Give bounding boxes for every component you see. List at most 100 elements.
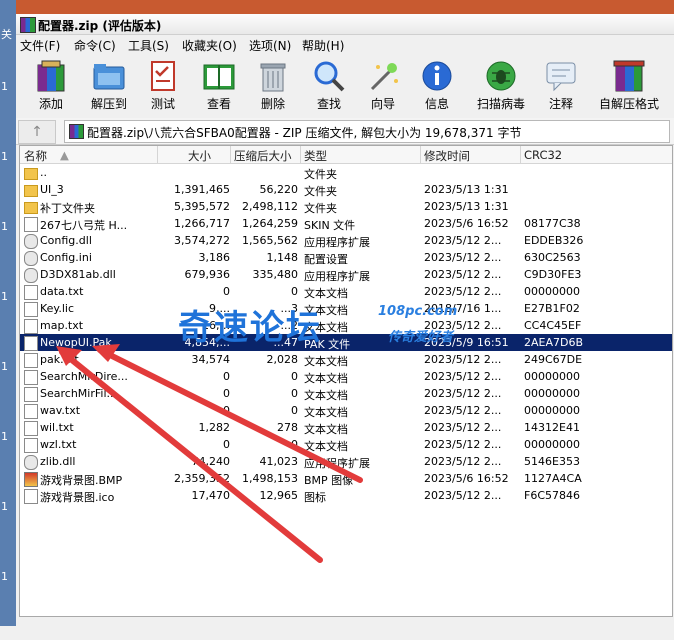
column-divider[interactable] xyxy=(157,146,158,163)
cell-crc32: 00000000 xyxy=(524,404,580,417)
table-row[interactable]: pak.txt 34,574 2,028 文本文档 2023/5/12 2... 249C… xyxy=(20,351,672,368)
table-row[interactable]: map.txt 16,... ...2 文本文档 2023/5/12 2... CC4C4… xyxy=(20,317,672,334)
cell-name: 游戏背景图.BMP xyxy=(40,474,123,487)
menu-options[interactable]: 选项(N) xyxy=(249,37,291,54)
file-icon xyxy=(24,438,38,453)
cell-type: SKIN 文件 xyxy=(304,219,356,232)
file-icon xyxy=(24,234,38,249)
cell-packed: 2,028 xyxy=(266,353,299,366)
up-one-level-button[interactable]: ↑ xyxy=(18,120,56,144)
info-button[interactable]: 信息 xyxy=(410,58,464,116)
column-type[interactable]: 类型 xyxy=(304,148,327,164)
cell-type: 应用程序扩展 xyxy=(304,270,370,283)
table-row[interactable]: wzl.txt 0 0 文本文档 2023/5/12 2... 00000000 xyxy=(20,436,672,453)
cell-type: 文本文档 xyxy=(304,389,348,402)
cell-crc32: F6C57846 xyxy=(524,489,580,502)
cell-crc32: EDDEB326 xyxy=(524,234,584,247)
column-crc32[interactable]: CRC32 xyxy=(524,148,562,162)
menu-commands[interactable]: 命令(C) xyxy=(74,37,116,54)
column-divider[interactable] xyxy=(230,146,231,163)
table-row[interactable]: .. 文件夹 xyxy=(20,164,672,181)
cell-modified: 2023/5/12 2... xyxy=(424,438,502,451)
extract-to-button[interactable]: 解压到 xyxy=(82,58,136,116)
table-row[interactable]: data.txt 0 0 文本文档 2023/5/12 2... 00000000 xyxy=(20,283,672,300)
trash-icon xyxy=(256,59,290,93)
cell-packed: ...3 xyxy=(280,302,299,315)
cell-size: 17,470 xyxy=(191,489,231,502)
wizard-button[interactable]: 向导 xyxy=(356,58,410,116)
cell-packed: 278 xyxy=(277,421,298,434)
test-button[interactable]: 测试 xyxy=(136,58,190,116)
cell-modified: 2023/5/12 2... xyxy=(424,370,502,383)
view-label: 查看 xyxy=(206,97,231,111)
path-field[interactable]: 配置器.zip\八荒六合SFBA0配置器 - ZIP 压缩文件, 解包大小为 1… xyxy=(64,120,670,143)
menu-help[interactable]: 帮助(H) xyxy=(302,37,344,54)
cell-name: SearchMirFil... xyxy=(40,387,117,400)
file-icon xyxy=(24,251,38,266)
cell-type: 文本文档 xyxy=(304,423,348,436)
find-button[interactable]: 查找 xyxy=(302,58,356,116)
table-row[interactable]: wil.txt 1,282 278 文本文档 2023/5/12 2... 14312E4… xyxy=(20,419,672,436)
menu-file[interactable]: 文件(F) xyxy=(20,37,60,54)
wizard-label: 向导 xyxy=(370,97,395,111)
cell-packed: 0 xyxy=(291,387,298,400)
view-button[interactable]: 查看 xyxy=(192,58,246,116)
cell-type: 图标 xyxy=(304,491,326,504)
column-name[interactable]: 名称 xyxy=(24,148,47,164)
cell-crc32: 249C67DE xyxy=(524,353,583,366)
table-row[interactable]: 游戏背景图.ico 17,470 12,965 图标 2023/5/12 2... F6C… xyxy=(20,487,672,504)
scan-virus-button[interactable]: 扫描病毒 xyxy=(474,58,528,116)
cell-type: 文本文档 xyxy=(304,406,348,419)
table-row[interactable]: 游戏背景图.BMP 2,359,352 1,498,153 BMP 图像 2023/5/… xyxy=(20,470,672,487)
wizard-wand-icon xyxy=(366,59,400,93)
table-row[interactable]: 267七八弓荒 H... 1,266,717 1,264,259 SKIN 文件 202… xyxy=(20,215,672,232)
table-row[interactable]: wav.txt 0 0 文本文档 2023/5/12 2... 00000000 xyxy=(20,402,672,419)
file-icon xyxy=(24,370,38,385)
cell-type: 文本文档 xyxy=(304,355,348,368)
cell-name: D3DX81ab.dll xyxy=(40,268,116,281)
file-icon xyxy=(24,472,38,487)
delete-button[interactable]: 删除 xyxy=(246,58,300,116)
cell-modified: 2023/5/12 2... xyxy=(424,251,502,264)
cell-modified: 2023/5/12 2... xyxy=(424,268,502,281)
magnifier-icon xyxy=(312,59,346,93)
file-icon xyxy=(24,387,38,402)
column-size[interactable]: 大小 xyxy=(188,148,211,164)
table-row[interactable]: D3DX81ab.dll 679,936 335,480 应用程序扩展 2023/5/1… xyxy=(20,266,672,283)
cell-size: 0 xyxy=(223,285,230,298)
column-divider[interactable] xyxy=(420,146,421,163)
table-row[interactable]: zlib.dll 74,240 41,023 应用程序扩展 2023/5/12 2...… xyxy=(20,453,672,470)
column-packed[interactable]: 压缩后大小 xyxy=(234,148,292,164)
column-divider[interactable] xyxy=(520,146,521,163)
file-icon xyxy=(24,489,38,504)
menu-bar: 文件(F) 命令(C) 工具(S) 收藏夹(O) 选项(N) 帮助(H) xyxy=(16,35,674,55)
table-row[interactable]: Key.lic 9,... ...3 文本文档 2018/7/16 1... E27B1F… xyxy=(20,300,672,317)
menu-tools[interactable]: 工具(S) xyxy=(128,37,169,54)
column-divider[interactable] xyxy=(300,146,301,163)
table-row[interactable]: SearchMirFil... 0 0 文本文档 2023/5/12 2... 00000… xyxy=(20,385,672,402)
cell-modified: 2023/5/13 1:31 xyxy=(424,200,509,213)
desktop-label: 关 xyxy=(1,28,12,41)
table-row[interactable]: SearchMirDire... 0 0 文本文档 2023/5/12 2... 0000… xyxy=(20,368,672,385)
add-button[interactable]: 添加 xyxy=(24,58,78,116)
table-row[interactable]: Config.dll 3,574,272 1,565,562 应用程序扩展 2023/5… xyxy=(20,232,672,249)
toolbar: 添加 解压到 测试 查看 删除 查找 向导 信息 扫描病毒 注释 自解压格式 xyxy=(16,56,674,119)
file-icon xyxy=(24,319,38,334)
table-row[interactable]: UI_3 1,391,465 56,220 文件夹 2023/5/13 1:31 xyxy=(20,181,672,198)
comment-button[interactable]: 注释 xyxy=(534,58,588,116)
cell-packed: ...2 xyxy=(280,319,299,332)
archive-icon xyxy=(69,124,84,139)
file-icon xyxy=(24,421,38,436)
table-row[interactable]: NewopUI.Pak 4,854,... ...47 PAK 文件 2023/5/9 … xyxy=(20,334,672,351)
table-row[interactable]: Config.ini 3,186 1,148 配置设置 2023/5/12 2... 63… xyxy=(20,249,672,266)
cell-packed: 2,498,112 xyxy=(242,200,298,213)
title-bar[interactable]: 配置器.zip (评估版本) xyxy=(16,14,674,35)
cell-packed: 1,565,562 xyxy=(242,234,298,247)
table-row[interactable]: 补丁文件夹 5,395,572 2,498,112 文件夹 2023/5/13 1:31 xyxy=(20,198,672,215)
menu-favorites[interactable]: 收藏夹(O) xyxy=(182,37,237,54)
desktop-background xyxy=(16,0,674,14)
column-modified[interactable]: 修改时间 xyxy=(424,148,470,164)
cell-name: 游戏背景图.ico xyxy=(40,491,115,504)
sfx-button[interactable]: 自解压格式 xyxy=(594,58,664,116)
cell-size: 1,282 xyxy=(198,421,231,434)
